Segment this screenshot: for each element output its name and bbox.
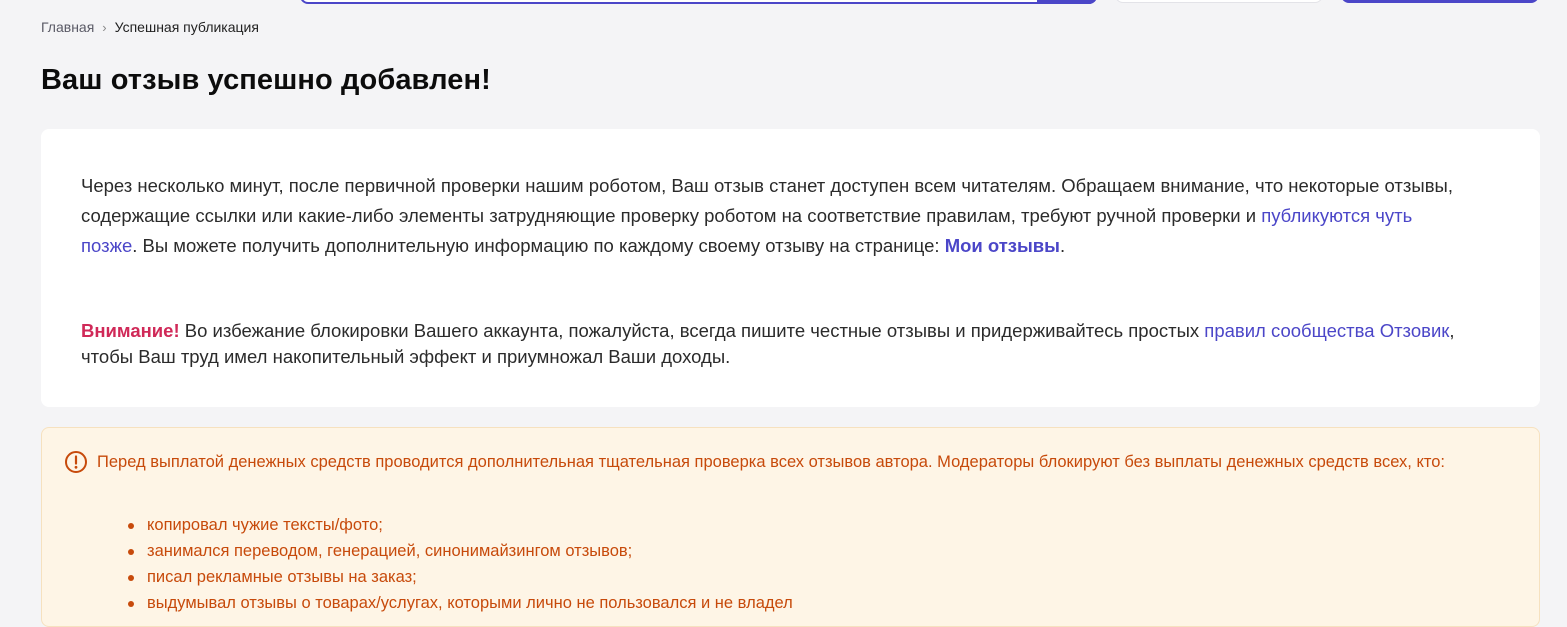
warning-list: копировал чужие тексты/фото; занимался п… xyxy=(128,512,793,616)
header-control[interactable] xyxy=(1115,0,1323,3)
community-rules-link[interactable]: правил сообщества Отзовик xyxy=(1204,320,1449,341)
attention-text: Во избежание блокировки Вашего аккаунта,… xyxy=(179,320,1205,341)
info-text-start: Через несколько минут, после первичной п… xyxy=(81,175,1453,226)
attention-paragraph: Внимание! Во избежание блокировки Вашего… xyxy=(81,318,1461,370)
warning-list-item: выдумывал отзывы о товарах/услугах, кото… xyxy=(128,590,793,616)
breadcrumb-home-link[interactable]: Главная xyxy=(41,19,94,35)
breadcrumb-current: Успешная публикация xyxy=(114,19,259,35)
breadcrumb-separator: › xyxy=(102,19,107,35)
info-text-end: . xyxy=(1059,235,1066,256)
info-paragraph: Через несколько минут, после первичной п… xyxy=(81,171,1461,261)
search-input[interactable] xyxy=(300,0,1097,4)
warning-list-item: писал рекламные отзывы на заказ; xyxy=(128,564,793,590)
header-fragment xyxy=(0,0,1567,4)
attention-label: Внимание! xyxy=(81,320,180,341)
warning-list-item: копировал чужие тексты/фото; xyxy=(128,512,793,538)
warning-text: Перед выплатой денежных средств проводит… xyxy=(97,453,1445,471)
my-reviews-link[interactable]: Мои отзывы xyxy=(945,235,1060,256)
warning-list-item: занимался переводом, генерацией, синоним… xyxy=(128,538,793,564)
info-text-middle: . Вы можете получить дополнительную инфо… xyxy=(132,235,945,256)
exclamation-circle-icon xyxy=(64,450,88,474)
payout-warning-box: Перед выплатой денежных средств проводит… xyxy=(41,427,1540,627)
page-title: Ваш отзыв успешно добавлен! xyxy=(41,64,491,96)
search-button[interactable] xyxy=(1037,0,1097,4)
success-message-card: Через несколько минут, после первичной п… xyxy=(41,129,1540,407)
breadcrumb: Главная › Успешная публикация xyxy=(41,19,259,35)
header-action-button[interactable] xyxy=(1341,0,1539,3)
